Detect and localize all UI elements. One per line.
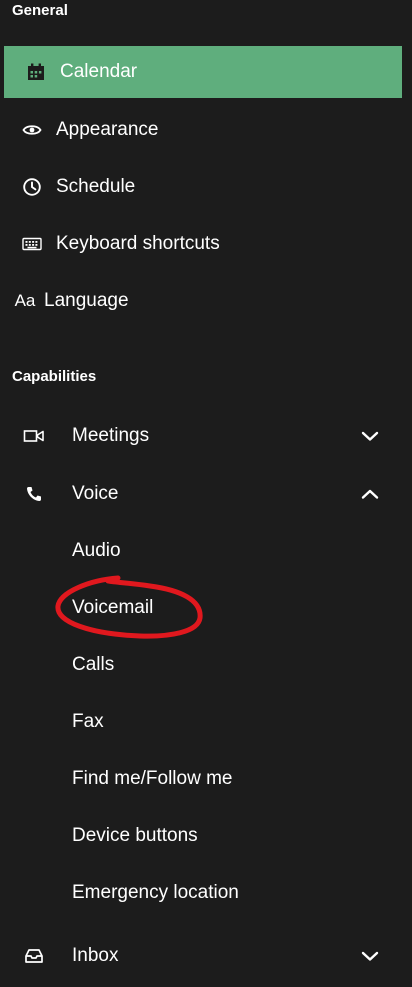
language-icon: Aa bbox=[14, 291, 36, 310]
subnav-item-audio[interactable]: Audio bbox=[72, 531, 121, 571]
subnav-item-calls[interactable]: Calls bbox=[72, 645, 114, 685]
chevron-down-icon[interactable] bbox=[360, 946, 380, 966]
subnav-item-emergency-location[interactable]: Emergency location bbox=[72, 873, 239, 913]
calendar-icon bbox=[24, 60, 48, 84]
nav-item-inbox[interactable]: Inbox bbox=[0, 930, 402, 982]
subnav-item-device-buttons[interactable]: Device buttons bbox=[72, 816, 198, 856]
nav-label-schedule: Schedule bbox=[56, 176, 136, 197]
section-title-capabilities: Capabilities bbox=[12, 368, 97, 385]
phone-icon bbox=[22, 482, 46, 506]
nav-label-appearance: Appearance bbox=[56, 119, 159, 140]
keyboard-icon bbox=[20, 232, 44, 256]
nav-item-voice[interactable]: Voice bbox=[0, 468, 402, 520]
subnav-item-fax[interactable]: Fax bbox=[72, 702, 104, 742]
nav-label-keyboard-shortcuts: Keyboard shortcuts bbox=[56, 233, 220, 254]
nav-item-schedule[interactable]: Schedule bbox=[0, 161, 402, 213]
inbox-icon bbox=[22, 944, 46, 968]
clock-icon bbox=[20, 175, 44, 199]
nav-item-calendar[interactable]: Calendar bbox=[4, 46, 402, 98]
nav-label-calendar: Calendar bbox=[60, 61, 138, 82]
nav-item-meetings[interactable]: Meetings bbox=[0, 410, 402, 462]
nav-label-inbox: Inbox bbox=[72, 945, 119, 966]
chevron-up-icon[interactable] bbox=[360, 484, 380, 504]
video-camera-icon bbox=[22, 424, 46, 448]
nav-item-language[interactable]: Aa Language bbox=[0, 275, 402, 327]
nav-label-voice: Voice bbox=[72, 483, 119, 504]
eye-icon bbox=[20, 118, 44, 142]
nav-label-language: Language bbox=[44, 290, 129, 311]
nav-label-meetings: Meetings bbox=[72, 425, 150, 446]
nav-item-appearance[interactable]: Appearance bbox=[0, 104, 402, 156]
section-title-general: General bbox=[12, 2, 68, 19]
subnav-item-voicemail[interactable]: Voicemail bbox=[72, 588, 153, 628]
nav-item-keyboard-shortcuts[interactable]: Keyboard shortcuts bbox=[0, 218, 402, 270]
chevron-down-icon[interactable] bbox=[360, 426, 380, 446]
subnav-item-find-me-follow-me[interactable]: Find me/Follow me bbox=[72, 759, 233, 799]
